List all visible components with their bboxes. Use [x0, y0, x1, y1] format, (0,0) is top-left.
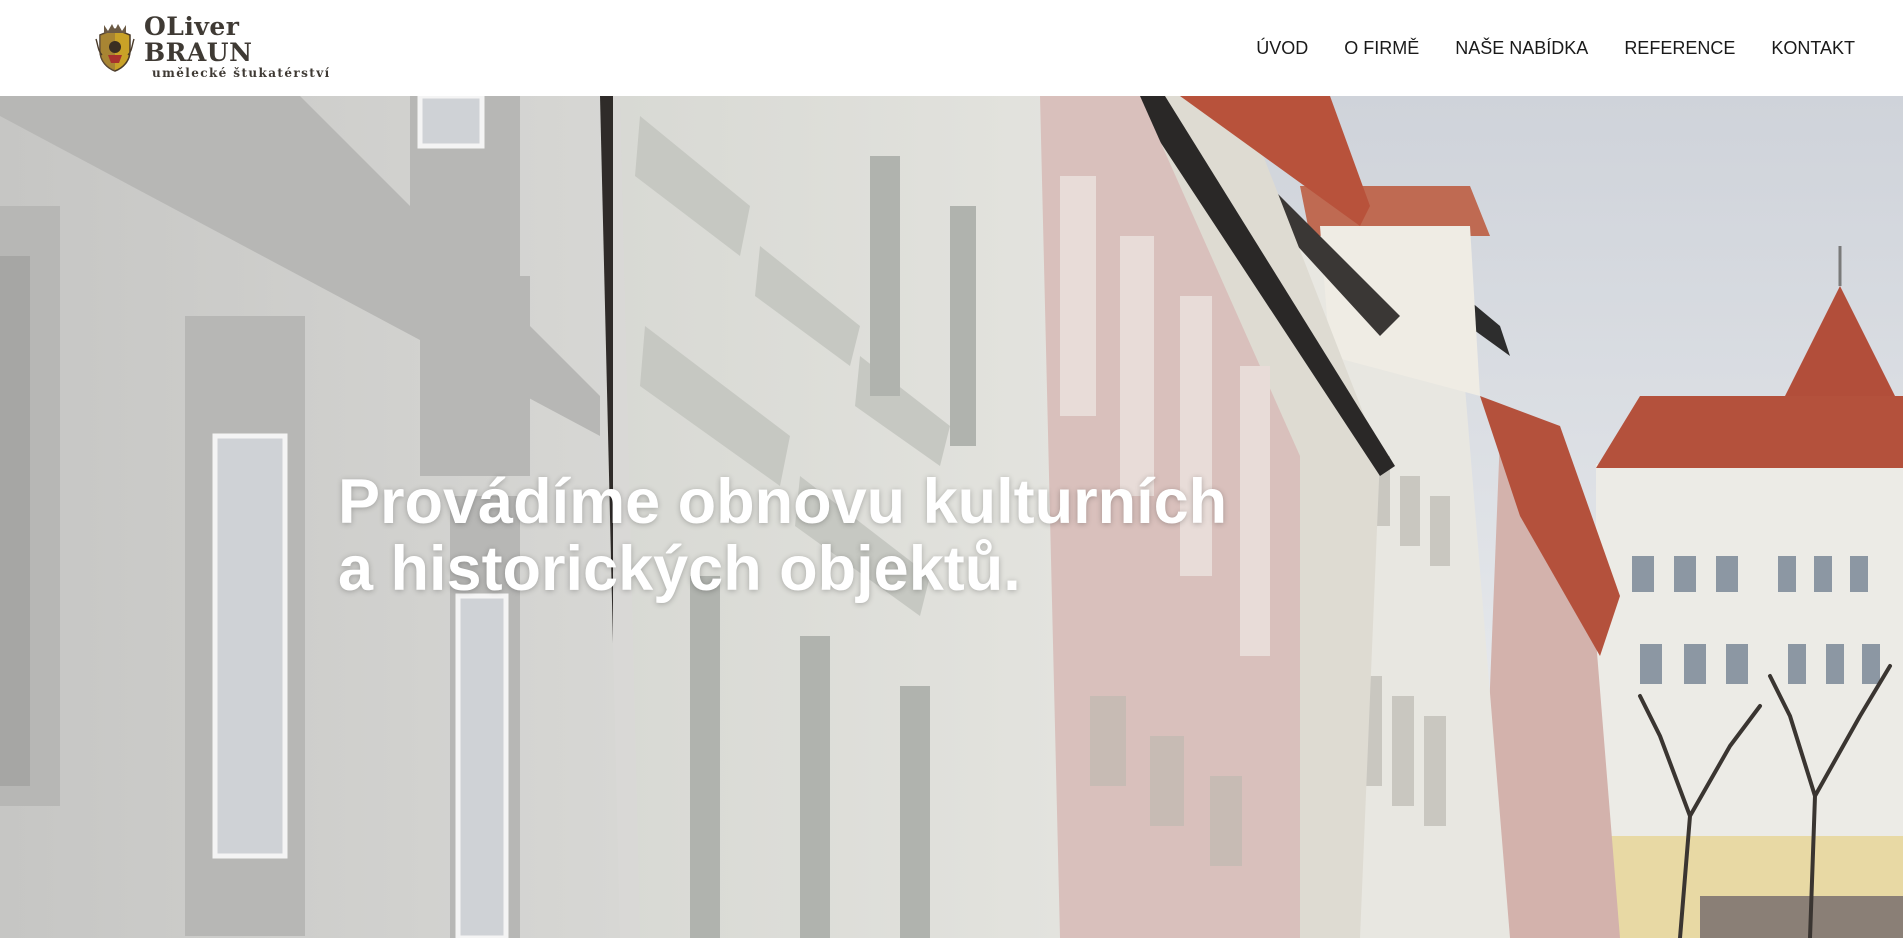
- nav-item-o-firme[interactable]: O FIRMĚ: [1344, 33, 1419, 63]
- logo-name: OLiver BRAUN: [144, 12, 253, 67]
- logo-link[interactable]: OLiver BRAUN umělecké štukatérství: [94, 14, 354, 80]
- nav-item-kontakt[interactable]: KONTAKT: [1771, 33, 1855, 63]
- logo-text: OLiver BRAUN umělecké štukatérství: [144, 12, 354, 81]
- main-nav: ÚVOD O FIRMĚ NAŠE NABÍDKA REFERENCE KONT…: [1256, 33, 1855, 63]
- coat-of-arms-icon: [95, 24, 135, 72]
- nav-item-reference[interactable]: REFERENCE: [1624, 33, 1735, 63]
- nav-item-nase-nabidka[interactable]: NAŠE NABÍDKA: [1455, 33, 1588, 63]
- hero-title-line-1: Provádíme obnovu kulturních: [338, 467, 1228, 537]
- site-header: OLiver BRAUN umělecké štukatérství ÚVOD …: [0, 0, 1903, 96]
- hero-title: Provádíme obnovu kulturních a historický…: [338, 469, 1338, 603]
- hero-section: Provádíme obnovu kulturních a historický…: [0, 96, 1903, 938]
- nav-item-uvod[interactable]: ÚVOD: [1256, 33, 1308, 63]
- hero-title-line-2: a historických objektů.: [338, 534, 1021, 604]
- logo-subtitle: umělecké štukatérství: [152, 66, 331, 80]
